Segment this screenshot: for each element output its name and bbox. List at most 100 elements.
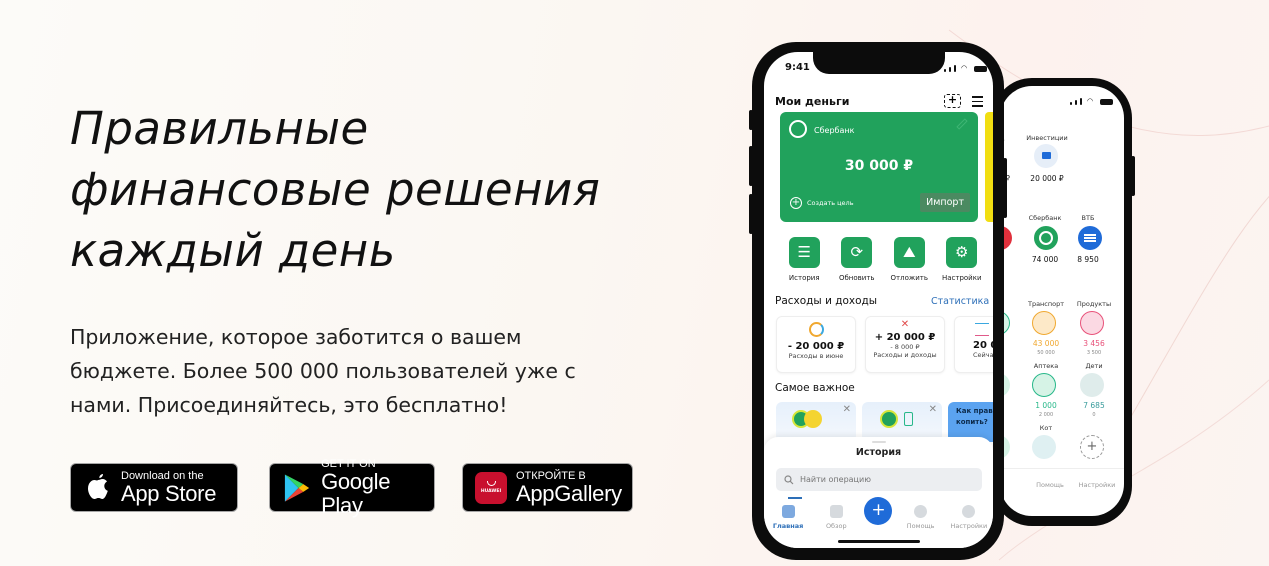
phone-notch [812, 52, 945, 74]
close-icon[interactable]: ✕ [843, 404, 851, 415]
tab-settings[interactable]: Настройки [949, 505, 989, 530]
help-icon [914, 505, 928, 518]
category-amount: 7 685 [1083, 401, 1105, 410]
summary-amount: - 20 000 ₽ [787, 341, 845, 352]
action-refresh[interactable]: ⟳ Обновить [831, 237, 884, 282]
category-limit: 3 500 [1086, 350, 1102, 356]
coin-icon [804, 410, 822, 428]
sheet-handle[interactable] [871, 441, 886, 443]
car-icon[interactable] [1032, 311, 1056, 335]
statistics-link[interactable]: Статистика [931, 296, 989, 307]
add-wallet-button[interactable]: + [944, 94, 961, 108]
home-indicator [837, 540, 920, 543]
story-tile[interactable]: ✕ [776, 402, 856, 442]
headline-line-1: Правильные [70, 102, 369, 155]
investments-icon [1034, 144, 1058, 168]
add-category-button[interactable]: + [1080, 435, 1104, 459]
tab-help[interactable]: Помощь [1030, 481, 1070, 489]
balance-lines-icon [975, 323, 989, 336]
app-store-button[interactable]: Download on the App Store [70, 463, 238, 512]
apple-icon [88, 473, 108, 499]
search-field[interactable] [776, 468, 982, 491]
label: Сбербанк [1028, 214, 1062, 222]
summary-card[interactable]: - 20 000 ₽ Расходы в июне [776, 316, 856, 373]
import-button[interactable]: Импорт [920, 193, 970, 212]
search-icon [784, 474, 794, 484]
cat-icon[interactable] [1032, 435, 1056, 459]
google-play-small-text: GET IT ON [321, 457, 376, 470]
tab-overview[interactable]: Обзор [816, 505, 856, 530]
gear-icon: ⚙ [946, 237, 978, 268]
tab-help[interactable]: Помощь [901, 505, 941, 530]
menu-icon[interactable] [972, 96, 983, 110]
tab-settings[interactable]: Настройки [1074, 481, 1120, 489]
summary-label: Сейчас в [973, 351, 993, 359]
summary-label: Расходы и доходы [873, 351, 937, 359]
trend-icon: ✕ [900, 319, 910, 330]
gear-icon [962, 505, 976, 518]
story-tile[interactable]: ✕ [862, 402, 942, 442]
tab-home[interactable]: Главная [768, 505, 808, 530]
headline-line-2: финансовые решения [70, 163, 601, 216]
google-play-button[interactable]: GET IT ON Google Play [269, 458, 435, 517]
status-icons: ◠ [1070, 97, 1114, 105]
action-history[interactable]: ☰ История [778, 237, 831, 282]
phone-icon [904, 412, 913, 426]
tab-label: Обзор [825, 522, 847, 530]
summary-card[interactable]: 20 0 Сейчас в [954, 316, 993, 373]
history-sheet: История Главная Обзор + Помощь Настройки [764, 437, 993, 548]
status-time: 9:41 [785, 62, 810, 73]
account-card[interactable]: Сбербанк 30 000 ₽ + Создать цель Импорт [780, 112, 978, 222]
edit-icon[interactable] [956, 118, 968, 130]
app-gallery-small-text: ОТКРОЙТЕ В [516, 469, 586, 482]
tab-label: Главная [772, 522, 804, 530]
action-settings[interactable]: ⚙ Настройки [936, 237, 989, 282]
close-icon[interactable]: ✕ [929, 404, 937, 415]
promo-tile[interactable]: Как прав копить? [948, 402, 993, 442]
category-label: Продукты [1076, 300, 1112, 308]
app-gallery-button[interactable]: HUAWEI ОТКРОЙТЕ В AppGallery [462, 463, 633, 512]
category-limit: 50 000 [1037, 350, 1055, 356]
expense-chart-icon [808, 322, 824, 337]
google-play-icon [284, 473, 310, 502]
sheet-title: История [855, 447, 902, 458]
label: Инвестиции [1026, 134, 1068, 142]
card-balance: 30 000 ₽ [844, 158, 914, 174]
google-play-big-text: Google Play [321, 468, 391, 518]
stroller-icon[interactable] [1080, 373, 1104, 397]
status-icons: ◠ [944, 64, 988, 72]
amount: 20 000 ₽ [1030, 174, 1064, 183]
secondary-phone-mockup: ◠ ц Инвестиции 0 ₽ 20 000 ₽ Сбербанк ВТБ… [992, 78, 1135, 526]
category-label: Дети [1085, 362, 1103, 370]
summary-card[interactable]: ✕ + 20 000 ₽ - 8 000 ₽ Расходы и доходы [865, 316, 945, 373]
amount: 74 000 [1031, 255, 1059, 264]
section-title-important: Самое важное [775, 382, 855, 394]
pharmacy-icon[interactable] [1032, 373, 1056, 397]
home-icon [781, 505, 795, 518]
secondary-phone-screen: ◠ ц Инвестиции 0 ₽ 20 000 ₽ Сбербанк ВТБ… [1000, 86, 1124, 516]
cart-icon[interactable] [1080, 311, 1104, 335]
summary-amount: 20 0 [973, 340, 993, 351]
huawei-icon: HUAWEI [475, 471, 507, 504]
category-limit: 0 [1092, 412, 1096, 418]
page-title: Мои деньги [775, 95, 850, 108]
action-label: Обновить [838, 274, 875, 282]
app-gallery-big-text: AppGallery [516, 480, 622, 506]
add-operation-button[interactable]: + [864, 497, 893, 525]
search-input[interactable] [800, 475, 970, 484]
tab-label: Помощь [906, 522, 935, 530]
create-goal-button[interactable]: + Создать цель [790, 197, 854, 209]
sberbank-logo-icon [789, 120, 807, 138]
app-store-big-text: App Store [121, 480, 217, 506]
headline: Правильные финансовые решения каждый ден… [70, 98, 600, 281]
label: ВТБ [1081, 214, 1095, 222]
category-limit: 2 000 [1038, 412, 1054, 418]
main-phone-screen: 9:41 ◠ Мои деньги + Сбербанк 30 000 ₽ + С… [764, 52, 993, 548]
vtb-icon [1078, 226, 1102, 250]
refresh-icon: ⟳ [841, 237, 873, 268]
headline-line-3: каждый день [70, 224, 396, 277]
next-card-peek[interactable] [985, 112, 993, 222]
action-label: Настройки [941, 274, 982, 282]
action-save[interactable]: ⛰ Отложить [883, 237, 936, 282]
sber-icon [880, 410, 898, 428]
